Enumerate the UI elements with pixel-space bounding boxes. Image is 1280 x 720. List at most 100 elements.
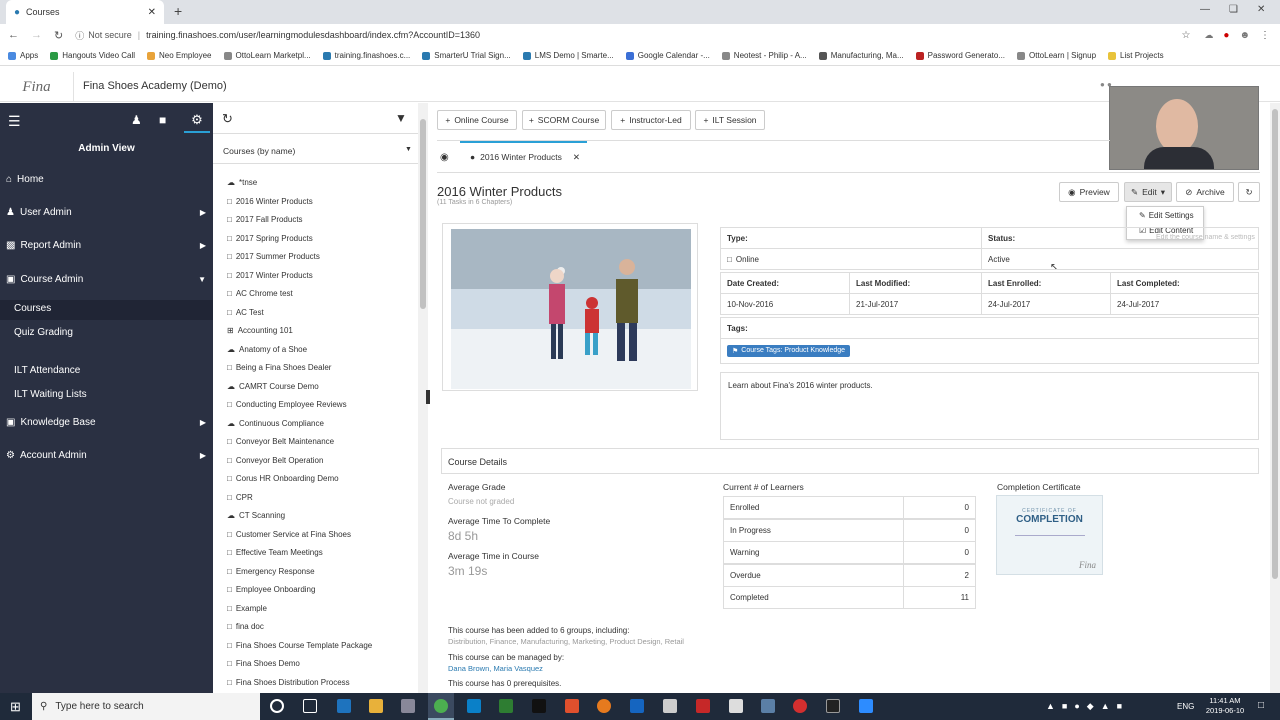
- cmd-icon[interactable]: [826, 699, 840, 713]
- sort-select[interactable]: Courses (by name): [223, 146, 295, 156]
- course-list-item[interactable]: □ Conveyor Belt Operation: [227, 456, 323, 465]
- back-icon[interactable]: ←: [8, 29, 19, 41]
- course-list-item[interactable]: ☁ *tnse: [227, 178, 257, 187]
- app-icon-3[interactable]: [729, 699, 743, 713]
- course-list-item[interactable]: □ Example: [227, 604, 267, 613]
- refresh-icon[interactable]: ↻: [222, 111, 233, 127]
- add-instructor-led-button[interactable]: + Instructor-Led: [611, 110, 691, 130]
- nav-ilt-attendance[interactable]: ILT Attendance: [14, 365, 80, 376]
- learner-row-completed[interactable]: Completed 11: [723, 586, 976, 609]
- app-icon[interactable]: [401, 699, 415, 713]
- course-list-item[interactable]: □ 2016 Winter Products: [227, 197, 313, 206]
- course-list-item[interactable]: □ 2017 Spring Products: [227, 234, 313, 243]
- edge-icon[interactable]: [337, 699, 351, 713]
- bookmark-item[interactable]: List Projects: [1108, 51, 1164, 60]
- system-tray-icons[interactable]: ▲■●◆▲■: [1046, 701, 1129, 712]
- nav-report-admin[interactable]: ▩ Report Admin ▶: [6, 240, 206, 251]
- nav-courses[interactable]: Courses: [14, 303, 51, 314]
- course-list-item[interactable]: □ Emergency Response: [227, 567, 315, 576]
- main-scrollbar[interactable]: [1270, 103, 1280, 693]
- course-list-item[interactable]: ☁ CAMRT Course Demo: [227, 382, 319, 391]
- restore-icon[interactable]: ❏: [1229, 4, 1238, 15]
- learner-row-overdue[interactable]: Overdue 2: [723, 563, 976, 587]
- new-tab-button[interactable]: +: [174, 3, 182, 19]
- add-ilt-session-button[interactable]: + ILT Session: [695, 110, 765, 130]
- course-list-item[interactable]: □ Fina Shoes Distribution Process: [227, 678, 350, 687]
- managers-list[interactable]: Dana Brown, Maria Vasquez: [448, 664, 543, 673]
- bookmark-item[interactable]: Manufacturing, Ma...: [818, 51, 904, 60]
- star-icon[interactable]: ☆: [1181, 30, 1190, 41]
- archive-button[interactable]: ⊘ Archive: [1176, 182, 1234, 202]
- course-list-item[interactable]: □ fina doc: [227, 622, 264, 631]
- preview-button[interactable]: ◉ Preview: [1059, 182, 1119, 202]
- nav-knowledge-base[interactable]: ▣ Knowledge Base ▶: [6, 417, 206, 428]
- nav-account-admin[interactable]: ⚙ Account Admin ▶: [6, 450, 206, 461]
- learner-row-in-progress[interactable]: In Progress 0: [723, 518, 976, 542]
- bookmark-item[interactable]: Neo Employee: [147, 51, 212, 60]
- course-list-item[interactable]: □ Being a Fina Shoes Dealer: [227, 363, 331, 372]
- clock[interactable]: 11:41 AM 2019-06-10: [1203, 696, 1247, 716]
- course-list-item[interactable]: ⊞ Accounting 101: [227, 326, 293, 335]
- course-list-item[interactable]: □ Conducting Employee Reviews: [227, 400, 347, 409]
- evernote-icon[interactable]: [499, 699, 513, 713]
- app-icon-2[interactable]: [663, 699, 677, 713]
- refresh-course-button[interactable]: ↻: [1238, 182, 1260, 202]
- bookmark-item[interactable]: Neotest - Philip - A...: [721, 51, 807, 60]
- course-list-item[interactable]: □ 2017 Fall Products: [227, 215, 303, 224]
- extension-red-icon[interactable]: ●: [1223, 30, 1229, 41]
- nav-quiz-grading[interactable]: Quiz Grading: [14, 327, 73, 338]
- notifications-icon[interactable]: □: [1258, 700, 1264, 711]
- reload-icon[interactable]: ↻: [54, 29, 63, 42]
- nav-home[interactable]: ⌂ Home: [6, 174, 206, 185]
- course-list-item[interactable]: □ 2017 Winter Products: [227, 271, 313, 280]
- fina-logo[interactable]: Fina: [0, 72, 74, 102]
- bookmark-item[interactable]: training.finashoes.c...: [322, 51, 410, 60]
- user-icon[interactable]: ♟: [131, 113, 142, 127]
- file-explorer-icon[interactable]: [369, 699, 383, 713]
- bookmark-item[interactable]: OttoLearn | Signup: [1017, 51, 1096, 60]
- powerpoint-icon[interactable]: [565, 699, 579, 713]
- bookmark-item[interactable]: Password Generato...: [915, 51, 1005, 60]
- nav-course-admin[interactable]: ▣ Course Admin ▼: [6, 274, 206, 285]
- dashboard-icon[interactable]: ◉: [440, 152, 449, 163]
- zoom-icon[interactable]: [859, 699, 873, 713]
- tab-2016-winter-products[interactable]: ● 2016 Winter Products ✕: [460, 141, 587, 171]
- cortana-icon[interactable]: [270, 699, 284, 713]
- record-icon[interactable]: [793, 699, 807, 713]
- outlook-icon[interactable]: [630, 699, 644, 713]
- scrollbar-thumb[interactable]: [420, 119, 426, 309]
- trello-icon[interactable]: [467, 699, 481, 713]
- window-close-icon[interactable]: ✕: [1257, 4, 1265, 15]
- course-list-item[interactable]: □ Corus HR Onboarding Demo: [227, 474, 339, 483]
- course-list-item[interactable]: □ CPR: [227, 493, 253, 502]
- certificate-thumbnail[interactable]: CERTIFICATE OF COMPLETION Fina: [996, 495, 1103, 575]
- course-list-item[interactable]: ☁ Anatomy of a Shoe: [227, 345, 307, 354]
- nav-user-admin[interactable]: ♟ User Admin ▶: [6, 207, 206, 218]
- course-list-item[interactable]: □ AC Chrome test: [227, 289, 293, 298]
- course-list-item[interactable]: □ Fina Shoes Demo: [227, 659, 300, 668]
- browser-tab[interactable]: ● Courses ✕: [6, 0, 164, 24]
- course-list-item[interactable]: ☁ CT Scanning: [227, 511, 285, 520]
- minimize-icon[interactable]: —: [1200, 4, 1210, 15]
- bookmark-item[interactable]: LMS Demo | Smarte...: [522, 51, 614, 60]
- course-list-item[interactable]: □ Effective Team Meetings: [227, 548, 323, 557]
- course-list-item[interactable]: □ Employee Onboarding: [227, 585, 315, 594]
- course-tag[interactable]: ⚑ Course Tags: Product Knowledge: [727, 345, 851, 357]
- firefox-icon[interactable]: [597, 699, 611, 713]
- taskbar-search[interactable]: ⚲ Type here to search: [32, 693, 260, 720]
- add-scorm-course-button[interactable]: + SCORM Course: [522, 110, 606, 130]
- bookmark-item[interactable]: Apps: [8, 51, 38, 60]
- windows-start-icon[interactable]: ⊞: [10, 699, 21, 715]
- browser-menu-icon[interactable]: ⋮: [1260, 30, 1270, 41]
- add-online-course-button[interactable]: + Online Course: [437, 110, 517, 130]
- tab-close-icon[interactable]: ✕: [573, 152, 580, 163]
- url-field[interactable]: training.finashoes.com/user/learningmodu…: [146, 30, 1181, 40]
- extension-icon[interactable]: ☁: [1204, 30, 1213, 41]
- course-list-item[interactable]: □ Customer Service at Fina Shoes: [227, 530, 351, 539]
- course-list-item[interactable]: □ AC Test: [227, 308, 264, 317]
- filter-icon[interactable]: ▼: [395, 111, 407, 125]
- bookmark-item[interactable]: SmarterU Trial Sign...: [422, 51, 511, 60]
- course-list-item[interactable]: ☁ Continuous Compliance: [227, 419, 324, 428]
- acrobat-icon[interactable]: [696, 699, 710, 713]
- hamburger-icon[interactable]: ☰: [8, 113, 21, 130]
